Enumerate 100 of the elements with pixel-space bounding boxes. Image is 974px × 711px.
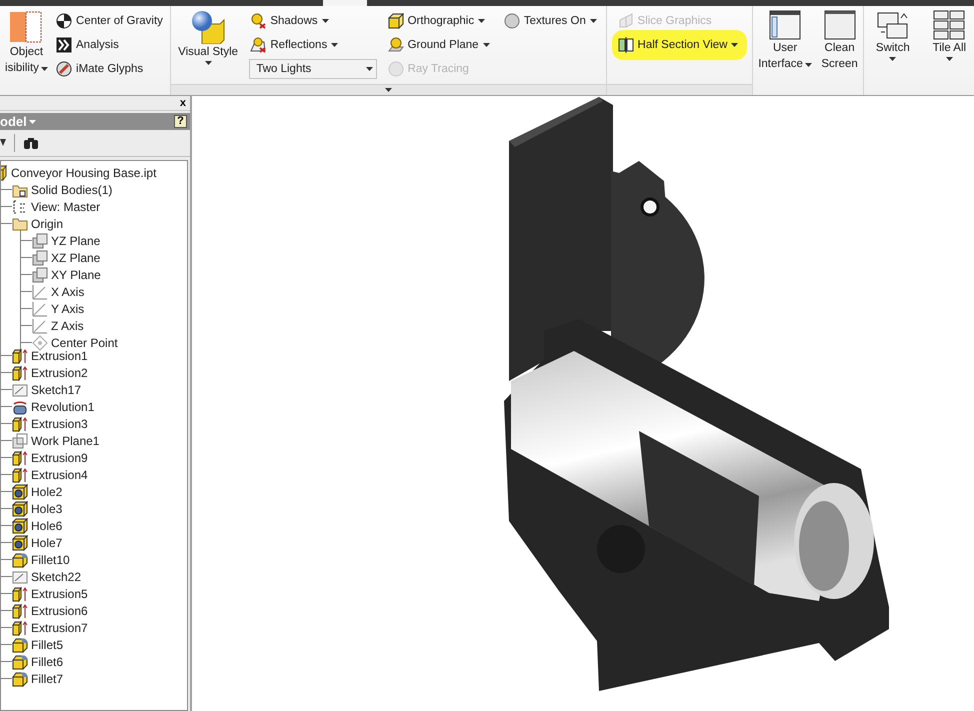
help-button[interactable]: ?	[174, 115, 187, 128]
ribbon-button[interactable]: Textures On	[502, 11, 601, 31]
tree-item[interactable]: Extrusion2	[31, 366, 88, 380]
lighting-dropdown[interactable]: Two Lights	[249, 59, 378, 79]
light-bulb-icon	[250, 13, 266, 29]
axis-icon	[32, 284, 48, 300]
caret-icon	[804, 62, 812, 66]
ribbon-button[interactable]: Half Section View	[616, 35, 742, 55]
window-icon	[824, 10, 856, 40]
tree-item[interactable]: Hole6	[31, 518, 62, 532]
tree-item[interactable]: Sketch17	[31, 382, 82, 396]
tree-item[interactable]: Center Point	[51, 336, 118, 350]
slice-icon	[618, 13, 634, 29]
tree-item[interactable]: Conveyor Housing Base.ipt	[11, 166, 156, 180]
extrusion-icon	[12, 466, 28, 482]
view-icon	[12, 198, 28, 214]
caret-icon	[731, 43, 738, 47]
caret-icon	[889, 57, 896, 61]
folder-icon	[12, 216, 28, 232]
tree-item[interactable]: Hole3	[31, 502, 62, 516]
axis-icon	[32, 318, 48, 334]
sphere-cube-icon	[190, 10, 226, 44]
close-button[interactable]: x	[178, 98, 188, 108]
caret-icon	[366, 67, 374, 71]
tree-item[interactable]: YZ Plane	[51, 234, 100, 248]
tree-item[interactable]: Work Plane1	[31, 434, 100, 448]
ribbon-button[interactable]: Orthographic	[386, 11, 494, 31]
tree-item[interactable]: Y Axis	[51, 302, 84, 316]
caret-icon	[482, 43, 490, 47]
tree-item[interactable]: Extrusion5	[31, 586, 88, 600]
tree-item[interactable]: Solid Bodies(1)	[31, 182, 112, 196]
caret-icon	[331, 43, 338, 47]
switch-windows-icon	[876, 10, 909, 40]
caret-icon	[590, 19, 597, 23]
tree-item[interactable]: Hole7	[31, 536, 62, 550]
tree-item[interactable]: Extrusion7	[31, 620, 88, 634]
tree-item[interactable]: Fillet7	[31, 672, 64, 686]
fillet-icon	[12, 670, 28, 686]
ribbon-button[interactable]: Analysis	[55, 35, 167, 55]
ribbon-button[interactable]: Switch	[874, 8, 912, 95]
tree-item[interactable]: Extrusion6	[31, 604, 88, 618]
sphere-icon	[388, 61, 404, 77]
tree-item[interactable]: Extrusion9	[31, 450, 88, 464]
caret-icon	[322, 19, 329, 23]
center-of-gravity-icon	[56, 13, 72, 29]
caret-icon	[204, 61, 212, 65]
tree-item[interactable]: X Axis	[51, 284, 84, 298]
ribbon-button[interactable]: Clean Screen	[819, 8, 860, 95]
extrusion-icon	[12, 620, 28, 636]
extrusion-icon	[12, 602, 28, 618]
ribbon-button[interactable]: Reflections	[249, 35, 378, 55]
point-icon	[32, 334, 48, 350]
tile-windows-icon	[933, 10, 966, 40]
tree-item[interactable]: Origin	[31, 216, 64, 230]
light-bulb-icon	[250, 37, 266, 53]
tree-item[interactable]: Hole2	[31, 484, 62, 498]
ribbon-button[interactable]: Visual Style	[176, 8, 240, 84]
tree-item[interactable]: Fillet10	[31, 552, 70, 566]
cube-icon	[388, 13, 404, 29]
caret-icon	[385, 88, 392, 92]
extrusion-icon	[12, 364, 28, 380]
caret-icon	[946, 57, 953, 61]
ribbon-button[interactable]: User Interface	[756, 8, 814, 95]
ribbon-button[interactable]: Object isibility	[3, 8, 50, 95]
ribbon-button[interactable]: Tile All	[930, 8, 968, 95]
extrusion-icon	[12, 348, 28, 364]
ribbon-button[interactable]: Center of Gravity	[55, 11, 167, 31]
extrusion-icon	[12, 416, 28, 432]
tree-item[interactable]: Extrusion1	[31, 348, 88, 362]
tree-item[interactable]: XZ Plane	[51, 250, 100, 264]
axis-icon	[32, 300, 48, 316]
caret-icon	[478, 19, 486, 23]
tree-item[interactable]: Sketch22	[31, 570, 82, 584]
tree-item[interactable]: Z Axis	[51, 318, 84, 332]
tree-item[interactable]: Fillet5	[31, 638, 64, 652]
hole-icon	[12, 534, 28, 550]
tree-item[interactable]: View: Master	[31, 200, 100, 214]
hole-icon	[12, 500, 28, 516]
ribbon-button[interactable]: iMate Glyphs	[55, 59, 167, 79]
binoculars-icon	[23, 136, 39, 150]
analysis-icon	[56, 37, 72, 53]
tree-item[interactable]: Fillet6	[31, 654, 64, 668]
caret-icon	[40, 66, 48, 70]
caret-icon	[28, 120, 36, 124]
extrusion-icon	[12, 586, 28, 602]
revolution-icon	[12, 398, 28, 414]
fillet-icon	[12, 552, 28, 568]
tree-item[interactable]: Revolution1	[31, 400, 94, 414]
hole-icon	[12, 484, 28, 500]
glyph-icon	[56, 61, 72, 77]
extrusion-icon	[12, 450, 28, 466]
plane-icon	[12, 432, 28, 448]
tree-item[interactable]: Extrusion3	[31, 416, 88, 430]
half-section-icon	[618, 37, 634, 53]
tree-item[interactable]: Extrusion4	[31, 468, 88, 482]
ribbon-button[interactable]: Shadows	[249, 11, 378, 31]
visibility-icon	[9, 10, 44, 44]
fillet-icon	[12, 654, 28, 670]
tree-item[interactable]: XY Plane	[51, 268, 101, 282]
ribbon-button[interactable]: Ground Plane	[386, 35, 494, 55]
